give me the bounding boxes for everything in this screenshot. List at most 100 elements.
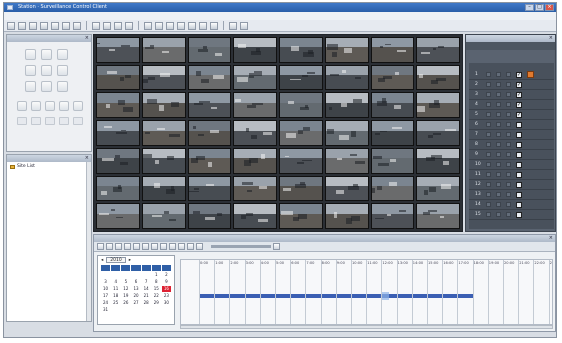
checkbox[interactable] <box>516 181 522 188</box>
minimize-button[interactable]: – <box>525 4 534 11</box>
camera-tile[interactable] <box>370 64 415 91</box>
ptz-up-button[interactable] <box>41 49 52 60</box>
calendar-day[interactable]: 28 <box>142 300 151 306</box>
calendar-day[interactable]: 7 <box>142 279 151 285</box>
camera-tile[interactable] <box>324 37 369 63</box>
preset-button[interactable] <box>45 117 55 125</box>
print-icon[interactable] <box>178 243 185 250</box>
stop-icon[interactable] <box>133 243 140 250</box>
log-icon[interactable] <box>199 21 207 30</box>
camera-tile[interactable] <box>416 37 460 63</box>
layout-16-icon[interactable] <box>40 21 48 30</box>
camera-tile[interactable] <box>96 175 140 202</box>
layout-36-icon[interactable] <box>62 21 70 30</box>
iris-open-button[interactable] <box>73 101 83 111</box>
camera-tile[interactable] <box>141 92 186 119</box>
tree-root[interactable]: Site List <box>10 164 91 170</box>
calendar-day[interactable]: 6 <box>131 279 140 285</box>
calendar-day[interactable]: 8 <box>152 279 161 285</box>
status-row[interactable]: 10 <box>469 160 554 170</box>
zoom-in-button[interactable] <box>17 101 27 111</box>
camera-tile[interactable] <box>279 92 323 119</box>
status-row[interactable]: 13 <box>469 190 554 200</box>
close-panel-icon[interactable]: × <box>85 155 89 162</box>
camera-tile[interactable] <box>416 203 460 229</box>
camera-tile[interactable] <box>370 37 415 63</box>
preset-button[interactable] <box>59 117 69 125</box>
speed-slider[interactable] <box>211 245 271 248</box>
camera-tile[interactable] <box>416 175 460 202</box>
calendar-day[interactable]: 11 <box>111 286 120 292</box>
ptz-left-button[interactable] <box>25 65 36 76</box>
close-panel-icon[interactable]: × <box>549 35 553 42</box>
close-panel-icon[interactable]: × <box>549 235 553 242</box>
help-icon[interactable] <box>210 21 218 30</box>
calendar-day[interactable]: 2 <box>162 272 171 278</box>
camera-tile[interactable] <box>324 175 369 202</box>
calendar-day[interactable]: 1 <box>152 272 161 278</box>
calendar-day[interactable]: 14 <box>142 286 151 292</box>
next-page-icon[interactable] <box>103 21 111 30</box>
camera-tile[interactable] <box>233 203 277 229</box>
status-row[interactable]: 5 ✓ <box>469 110 554 120</box>
preset-button[interactable] <box>31 117 41 125</box>
camera-tile[interactable] <box>324 92 369 119</box>
camera-tile[interactable] <box>370 92 415 119</box>
calendar-day[interactable]: 16 <box>161 286 171 292</box>
camera-tile[interactable] <box>370 203 415 229</box>
camera-tile[interactable] <box>324 147 369 174</box>
calendar-day[interactable]: 5 <box>121 279 130 285</box>
search-icon[interactable] <box>273 243 280 250</box>
camera-tile[interactable] <box>416 120 460 146</box>
export-icon[interactable] <box>169 243 176 250</box>
calendar-day[interactable]: 26 <box>121 300 130 306</box>
ptz-down-right-button[interactable] <box>57 81 68 92</box>
camera-tile[interactable] <box>96 92 140 119</box>
camera-tile[interactable] <box>141 64 186 91</box>
status-row[interactable]: 8 <box>469 140 554 150</box>
camera-tile[interactable] <box>370 120 415 146</box>
camera-tile[interactable] <box>187 92 232 119</box>
ptz-up-left-button[interactable] <box>25 49 36 60</box>
step-forward-icon[interactable] <box>142 243 149 250</box>
next-month-icon[interactable]: ▸ <box>129 258 131 263</box>
camera-tile[interactable] <box>279 203 323 229</box>
fast-forward-icon[interactable] <box>151 243 158 250</box>
camera-tile[interactable] <box>141 37 186 63</box>
recording-timeline[interactable]: 0:00 1:00 2:00 3:00 4:00 5:00 6:00 7:00 8:00 9:00… <box>180 259 553 325</box>
close-button[interactable]: × <box>545 4 554 11</box>
status-row[interactable]: 6 <box>469 120 554 130</box>
camera-tile[interactable] <box>233 120 277 146</box>
pause-icon[interactable] <box>124 243 131 250</box>
status-row[interactable]: 11 <box>469 170 554 180</box>
camera-tile[interactable] <box>187 64 232 91</box>
checkbox[interactable] <box>516 191 522 198</box>
camera-tile[interactable] <box>187 203 232 229</box>
camera-tile[interactable] <box>324 120 369 146</box>
calendar-day[interactable]: 21 <box>142 293 151 299</box>
camera-tile[interactable] <box>324 203 369 229</box>
checkbox[interactable] <box>516 161 522 168</box>
play-icon[interactable] <box>115 243 122 250</box>
calendar-day[interactable]: 15 <box>152 286 161 292</box>
layout-4-icon[interactable] <box>18 21 26 30</box>
camera-tile[interactable] <box>96 37 140 63</box>
status-row[interactable]: 2 ✓ <box>469 80 554 90</box>
calendar-day[interactable]: 22 <box>152 293 161 299</box>
camera-tile[interactable] <box>141 203 186 229</box>
fullscreen-icon[interactable] <box>125 21 133 30</box>
camera-tile[interactable] <box>279 37 323 63</box>
status-row[interactable]: 4 ✓ <box>469 100 554 110</box>
zoom-out-button[interactable] <box>31 101 41 111</box>
calendar-day[interactable]: 9 <box>162 279 171 285</box>
camera-tile[interactable] <box>233 175 277 202</box>
checkbox[interactable] <box>516 121 522 128</box>
camera-tile[interactable] <box>141 147 186 174</box>
record-icon[interactable] <box>144 21 152 30</box>
sequence-icon[interactable] <box>114 21 122 30</box>
camera-tile[interactable] <box>141 120 186 146</box>
camera-tile[interactable] <box>279 175 323 202</box>
calendar-day[interactable]: 24 <box>101 300 110 306</box>
status-row[interactable]: 7 <box>469 130 554 140</box>
zoom-icon[interactable] <box>196 243 203 250</box>
